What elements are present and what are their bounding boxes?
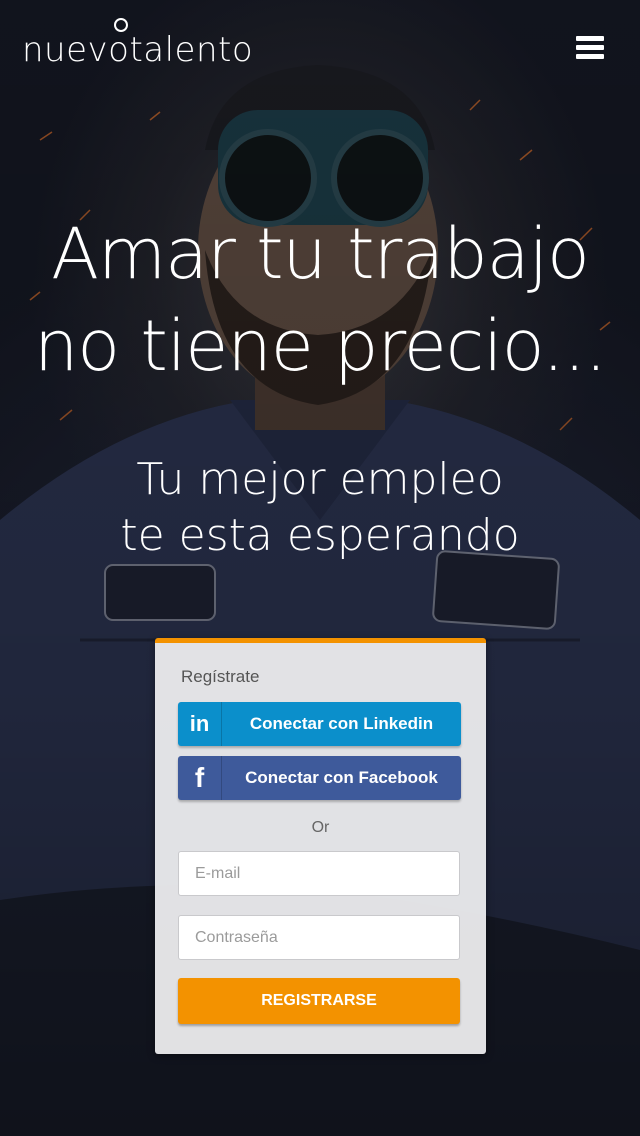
subheadline-line-2: te esta esperando (120, 510, 520, 561)
headline-line-1: Amar tu trabajo (51, 213, 590, 295)
logo[interactable]: nuevotalento (22, 30, 253, 70)
facebook-connect-button[interactable]: f Conectar con Facebook (178, 756, 461, 800)
hero-subheadline: Tu mejor empleo te esta esperando (0, 452, 640, 564)
facebook-button-label: Conectar con Facebook (245, 768, 438, 787)
or-divider-label: Or (311, 819, 330, 836)
email-field[interactable] (178, 851, 460, 896)
headline-line-2: no tiene precio... (33, 305, 607, 387)
facebook-icon: f (178, 756, 222, 800)
hamburger-menu-icon[interactable] (576, 36, 606, 64)
signup-card: Regístrate in Conectar con Linkedin f Co… (155, 638, 486, 1054)
linkedin-connect-button[interactable]: in Conectar con Linkedin (178, 702, 461, 746)
password-field[interactable] (178, 915, 460, 960)
signup-title: Regístrate (181, 667, 260, 686)
hero-headline: Amar tu trabajo no tiene precio... (0, 208, 640, 392)
linkedin-button-label: Conectar con Linkedin (249, 714, 434, 733)
top-bar: nuevotalento (0, 0, 640, 110)
register-button[interactable]: REGISTRARSE (178, 978, 460, 1024)
linkedin-icon: in (178, 702, 222, 746)
subheadline-line-1: Tu mejor empleo (136, 454, 504, 505)
